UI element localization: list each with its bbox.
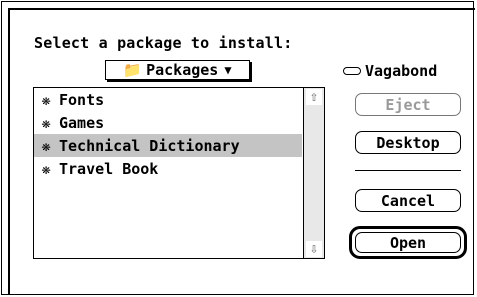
file-list-items: ❋ Fonts ❋ Games ❋ Technical Dictionary ❋… [34, 88, 302, 180]
dialog-prompt: Select a package to install: [34, 34, 293, 52]
scroll-up-arrow-icon[interactable]: ⇧ [306, 89, 322, 105]
list-item-label: Fonts [59, 90, 105, 109]
folder-popup-menu[interactable]: 📁 Packages ▼ [105, 60, 250, 80]
list-item-label: Travel Book [59, 159, 159, 178]
disk-icon [343, 67, 361, 75]
list-item[interactable]: ❋ Technical Dictionary [34, 134, 302, 157]
vertical-scrollbar[interactable]: ⇧ ⇩ [303, 88, 324, 258]
cancel-button[interactable]: Cancel [355, 189, 461, 212]
folder-popup-label: Packages [146, 61, 219, 79]
package-icon: ❋ [41, 159, 51, 178]
open-button[interactable]: Open [349, 226, 467, 259]
file-list[interactable]: ❋ Fonts ❋ Games ❋ Technical Dictionary ❋… [33, 87, 325, 259]
package-icon: ❋ [41, 90, 51, 109]
scroll-down-arrow-icon[interactable]: ⇩ [306, 241, 322, 257]
list-item[interactable]: ❋ Games [34, 111, 302, 134]
list-item-label: Technical Dictionary [59, 136, 240, 155]
list-item[interactable]: ❋ Fonts [34, 88, 302, 111]
list-item-label: Games [59, 113, 105, 132]
volume-name: Vagabond [343, 62, 437, 80]
package-icon: ❋ [41, 113, 51, 132]
eject-button[interactable]: Eject [355, 93, 461, 116]
desktop-button[interactable]: Desktop [355, 131, 461, 154]
triangle-down-icon: ▼ [224, 63, 232, 77]
volume-label: Vagabond [365, 62, 438, 80]
button-divider [355, 170, 461, 171]
folder-icon: 📁 [123, 61, 143, 79]
open-button-label: Open [355, 232, 461, 253]
package-icon: ❋ [41, 136, 51, 155]
list-item[interactable]: ❋ Travel Book [34, 157, 302, 180]
